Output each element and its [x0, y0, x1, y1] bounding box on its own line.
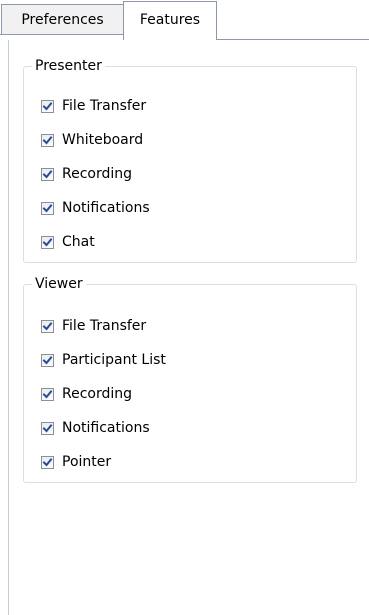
checkbox-label: Chat [62, 234, 95, 250]
presenter-chat-checkbox[interactable]: Chat [41, 231, 95, 253]
checkbox-checked-icon [41, 319, 54, 333]
checkbox-label: File Transfer [62, 318, 147, 334]
checkmark-icon [42, 203, 53, 212]
viewer-participant-list-checkbox[interactable]: Participant List [41, 349, 166, 371]
presenter-group: Presenter File Transfer Whiteboard Recor… [23, 57, 357, 263]
features-dialog: Preferences Features Presenter File Tran… [0, 0, 369, 615]
checkbox-label: Participant List [62, 352, 166, 368]
tab-preferences[interactable]: Preferences [1, 4, 123, 35]
checkbox-checked-icon [41, 455, 54, 469]
tab-divider-left [0, 34, 123, 35]
checkbox-label: Recording [62, 166, 133, 182]
tab-preferences-label: Preferences [21, 12, 104, 28]
checkbox-checked-icon [41, 133, 54, 147]
viewer-recording-checkbox[interactable]: Recording [41, 383, 132, 405]
checkmark-icon [42, 355, 53, 364]
checkmark-icon [42, 423, 53, 432]
checkbox-checked-icon [41, 201, 54, 215]
checkbox-label: Notifications [62, 200, 150, 216]
checkbox-checked-icon [41, 235, 54, 249]
viewer-file-transfer-checkbox[interactable]: File Transfer [41, 315, 146, 337]
checkmark-icon [42, 135, 53, 144]
checkbox-label: Pointer [62, 454, 112, 470]
checkmark-icon [42, 321, 53, 330]
checkbox-checked-icon [41, 387, 54, 401]
presenter-recording-checkbox[interactable]: Recording [41, 163, 132, 185]
viewer-notifications-checkbox[interactable]: Notifications [41, 417, 150, 439]
checkmark-icon [42, 101, 53, 110]
viewer-group-title: Viewer [32, 275, 86, 293]
checkbox-checked-icon [41, 353, 54, 367]
presenter-group-title: Presenter [32, 57, 105, 75]
presenter-whiteboard-checkbox[interactable]: Whiteboard [41, 129, 143, 151]
checkbox-checked-icon [41, 167, 54, 181]
checkmark-icon [42, 169, 53, 178]
checkbox-checked-icon [41, 99, 54, 113]
checkbox-label: File Transfer [62, 98, 147, 114]
presenter-notifications-checkbox[interactable]: Notifications [41, 197, 150, 219]
checkbox-checked-icon [41, 421, 54, 435]
checkmark-icon [42, 457, 53, 466]
presenter-file-transfer-checkbox[interactable]: File Transfer [41, 95, 146, 117]
viewer-pointer-checkbox[interactable]: Pointer [41, 451, 111, 473]
viewer-group: Viewer File Transfer Participant List Re… [23, 275, 357, 483]
checkbox-label: Recording [62, 386, 133, 402]
tab-strip: Preferences Features [0, 0, 369, 40]
tab-features-label: Features [139, 12, 201, 28]
tab-features[interactable]: Features [123, 1, 217, 40]
checkmark-icon [42, 237, 53, 246]
checkbox-label: Whiteboard [62, 132, 144, 148]
checkbox-label: Notifications [62, 420, 150, 436]
checkmark-icon [42, 389, 53, 398]
